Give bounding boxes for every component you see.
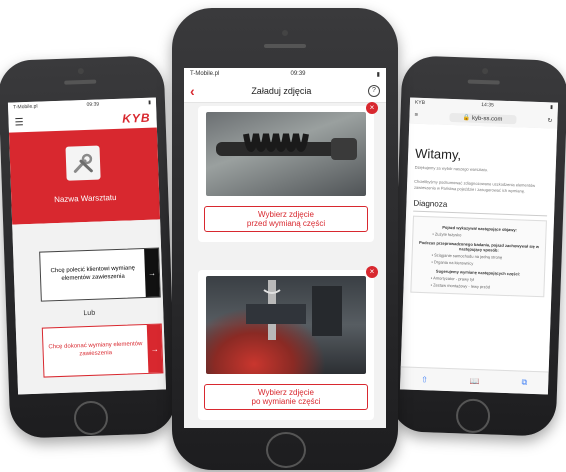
home-button[interactable]	[73, 400, 109, 436]
recommend-replacement-button[interactable]: Chcę polecić klientowi wymianę elementów…	[39, 247, 161, 302]
carrier: T-Mobile.pl	[190, 71, 220, 77]
screen-upload-photos: T-Mobile.pl 09:39 ▮ ‹ Załaduj zdjęcia ? …	[184, 68, 386, 428]
tabs-icon[interactable]: ⧉	[521, 378, 527, 388]
arrow-right-icon: →	[146, 324, 163, 373]
report-content: Witamy, Dziękujemy za wybór naszego wars…	[400, 123, 558, 373]
diagnosis-box: Pojazd wykazywał następujące objawy: • Z…	[410, 215, 547, 298]
workshop-banner: Nazwa Warsztatu	[8, 127, 161, 225]
perform-replacement-label: Chcę dokonać wymiany elementów zawieszen…	[48, 341, 143, 358]
nav-bar: ‹ Załaduj zdjęcia ?	[184, 80, 386, 103]
or-label: Lub	[83, 309, 96, 318]
home-button[interactable]	[266, 432, 306, 468]
clock: 14:35	[481, 101, 494, 109]
photo-after	[206, 276, 366, 374]
arrow-right-icon: →	[144, 248, 160, 297]
intro-thanks: Dziękujemy za wybór naszego warsztatu.	[414, 164, 489, 173]
delete-photo-icon[interactable]: ×	[366, 266, 378, 278]
url-field[interactable]: 🔒 kyb-ss.com	[448, 112, 517, 124]
phone-left: T-Mobile.pl 09:39 ▮ ☰ KYB Nazwa Warsztat…	[0, 55, 177, 439]
delete-photo-icon[interactable]: ×	[366, 102, 378, 114]
battery-icon: ▮	[148, 99, 152, 106]
carrier: T-Mobile.pl	[12, 103, 38, 111]
help-icon[interactable]: ?	[368, 85, 380, 97]
speaker	[64, 79, 97, 85]
carrier: KYB	[414, 99, 426, 107]
camera-icon	[282, 30, 288, 36]
recommend-replacement-label: Chcę polecić klientowi wymianę elementów…	[50, 265, 136, 282]
speaker	[467, 79, 500, 85]
camera-icon	[482, 68, 489, 75]
clock: 09:39	[86, 101, 100, 108]
diagnosis-heading: Diagnoza	[413, 198, 548, 217]
photo-card-before: × Wybierz zdjęcie przed wymianą części	[198, 102, 378, 242]
screen-start: T-Mobile.pl 09:39 ▮ ☰ KYB Nazwa Warsztat…	[7, 97, 167, 395]
photo-before	[206, 112, 366, 196]
reload-icon[interactable]: ↻	[547, 117, 552, 124]
kyb-logo: KYB	[121, 110, 151, 126]
photo-card-after: × Wybierz zdjęcie po wymianie części	[198, 266, 378, 420]
bookmarks-icon[interactable]: 📖	[470, 376, 480, 385]
browser-toolbar: ⇧ 📖 ⧉	[399, 366, 549, 395]
home-button[interactable]	[455, 398, 491, 434]
battery-icon: ▮	[376, 71, 380, 78]
status-bar: T-Mobile.pl 09:39 ▮	[184, 68, 386, 80]
share-icon[interactable]: ⇧	[421, 375, 428, 384]
hamburger-icon[interactable]: ☰	[14, 117, 23, 128]
wrench-icon	[65, 145, 101, 181]
back-icon[interactable]: ‹	[190, 83, 195, 99]
perform-replacement-button[interactable]: Chcę dokonać wymiany elementów zawieszen…	[41, 323, 164, 378]
start-options: Chcę polecić klientowi wymianę elementów…	[12, 219, 167, 395]
reader-icon[interactable]: ≡	[414, 113, 418, 119]
pick-photo-before-button[interactable]: Wybierz zdjęcie przed wymianą części	[204, 206, 368, 232]
battery-icon: ▮	[549, 104, 553, 111]
speaker	[264, 44, 306, 48]
page-title: Załaduj zdjęcia	[251, 86, 312, 96]
pick-photo-after-button[interactable]: Wybierz zdjęcie po wymianie części	[204, 384, 368, 410]
clock: 09:39	[290, 71, 306, 77]
phone-center: T-Mobile.pl 09:39 ▮ ‹ Załaduj zdjęcia ? …	[172, 8, 398, 470]
workshop-name: Nazwa Warsztatu	[53, 192, 117, 205]
screen-report: KYB 14:35 ▮ ≡ 🔒 kyb-ss.com ↻ Witamy, Dzi…	[399, 97, 559, 395]
intro-summary: Chcielibyśmy podsumować zdiagnozowane us…	[413, 178, 536, 194]
phone-right: KYB 14:35 ▮ ≡ 🔒 kyb-ss.com ↻ Witamy, Dzi…	[389, 55, 566, 437]
camera-icon	[77, 68, 84, 75]
welcome-heading: Witamy,	[414, 145, 462, 163]
